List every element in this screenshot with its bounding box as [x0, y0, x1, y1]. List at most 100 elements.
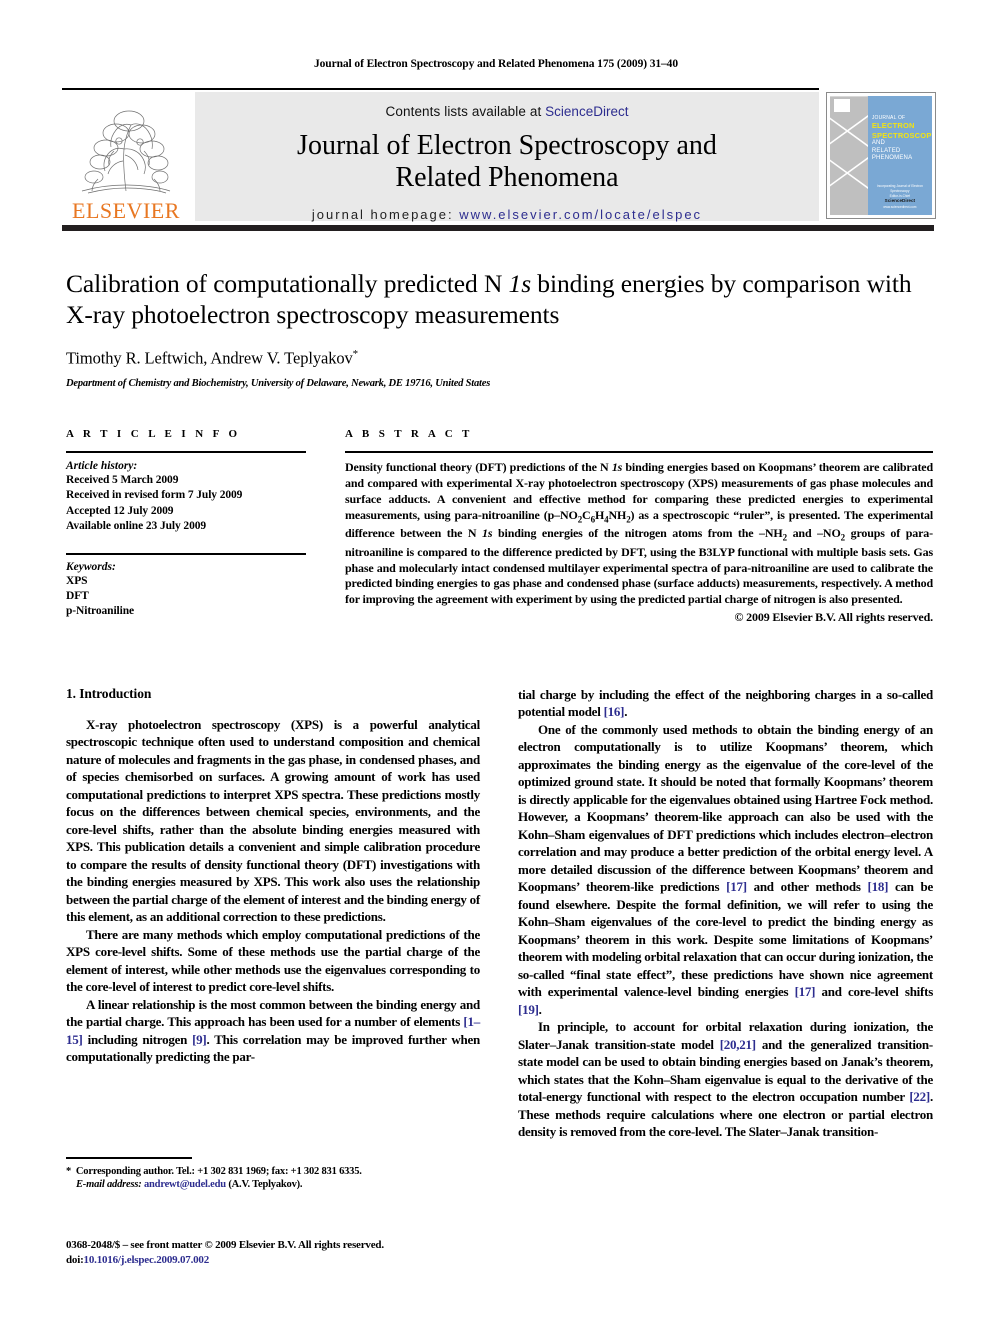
- homepage-label: journal homepage:: [311, 206, 454, 222]
- author-list: Timothy R. Leftwich, Andrew V. Teplyakov…: [66, 348, 932, 369]
- history-received: Received 5 March 2009: [66, 474, 179, 486]
- cover-title-text: JOURNAL OF ELECTRON SPECTROSCOPY AND REL…: [871, 115, 932, 163]
- paragraph-right-2: One of the commonly used methods to obta…: [518, 721, 933, 1018]
- paper-page: Journal of Electron Spectroscopy and Rel…: [0, 0, 992, 1323]
- article-info-column: A R T I C L E I N F O Article history: R…: [66, 428, 306, 620]
- footnote-contact: Corresponding author. Tel.: +1 302 831 1…: [75, 1165, 362, 1177]
- paragraph-intro-3: A linear relationship is the most common…: [66, 996, 480, 1066]
- body-column-right: tial charge by including the effect of t…: [518, 686, 933, 1141]
- elsevier-wordmark: ELSEVIER: [72, 198, 180, 223]
- abstract-heading: A B S T R A C T: [345, 428, 473, 440]
- corresponding-author-footnote: * Corresponding author. Tel.: +1 302 831…: [66, 1157, 480, 1192]
- rp2-d: and core-level shifts: [815, 984, 934, 1000]
- body-column-left: 1. Introduction X-ray photoelectron spec…: [66, 686, 480, 1066]
- issn-footer: 0368-2048/$ – see front matter © 2009 El…: [66, 1238, 486, 1268]
- abstract-rule: [345, 451, 933, 453]
- rp2-b: and other methods: [746, 879, 868, 895]
- title-block: Calibration of computationally predicted…: [66, 268, 932, 389]
- title-part-1: Calibration of computationally predicted…: [66, 269, 509, 298]
- masthead-top-rule: [62, 88, 819, 90]
- cover-line-2: SPECTROSCOPY: [871, 130, 932, 140]
- authors-names: Timothy R. Leftwich, Andrew V. Teplyakov: [66, 348, 353, 368]
- article-info-rule: [66, 451, 306, 453]
- journal-title-line2: Related Phenomena: [395, 162, 619, 194]
- citation-16[interactable]: [16]: [604, 704, 625, 719]
- citation-18[interactable]: [18]: [867, 879, 888, 894]
- contents-line: Contents lists available at ScienceDirec…: [195, 92, 819, 119]
- elsevier-logo: ELSEVIER: [62, 92, 190, 224]
- elsevier-tree-icon: [81, 110, 171, 194]
- history-accepted: Accepted 12 July 2009: [66, 504, 174, 517]
- history-online: Available online 23 July 2009: [66, 520, 207, 533]
- abstract-copyright: © 2009 Elsevier B.V. All rights reserved…: [734, 610, 934, 625]
- keywords-label: Keywords:: [66, 560, 116, 573]
- issn-line: 0368-2048/$ – see front matter © 2009 El…: [66, 1239, 384, 1251]
- citation-9[interactable]: [9]: [192, 1032, 207, 1047]
- paragraph-right-3: In principle, to account for orbital rel…: [518, 1018, 933, 1140]
- abs-e: H: [594, 507, 605, 522]
- rp1-a: tial charge by including the effect of t…: [518, 687, 933, 720]
- doi-link[interactable]: 10.1016/j.elspec.2009.07.002: [84, 1254, 210, 1266]
- footnote-marker: *: [66, 1165, 72, 1177]
- cover-footer-text: Incorporating Journal of Electron Spectr…: [872, 184, 928, 210]
- abs-j: and –NO: [786, 526, 841, 541]
- cover-line-1: ELECTRON: [871, 121, 915, 131]
- abs-1s-b: 1s: [482, 526, 493, 541]
- email-suffix: (A.V. Teplyakov).: [225, 1179, 303, 1191]
- paragraph-intro-2: There are many methods which employ comp…: [66, 926, 480, 995]
- abs-d: C: [582, 507, 591, 522]
- citation-17a[interactable]: [17]: [726, 879, 747, 894]
- citation-22[interactable]: [22]: [909, 1089, 930, 1104]
- footnote-rule: [66, 1157, 192, 1159]
- masthead-bottom-rule: [62, 225, 934, 231]
- journal-cover-thumbnail: JOURNAL OF ELECTRON SPECTROSCOPY AND REL…: [826, 92, 936, 219]
- keyword-xps: XPS: [66, 574, 88, 587]
- cover-line-4: RELATED PHENOMENA: [871, 147, 913, 162]
- abs-f: NH: [608, 507, 627, 522]
- affiliation: Department of Chemistry and Biochemistry…: [66, 377, 491, 389]
- rp2-e: .: [538, 1001, 542, 1017]
- homepage-url-link[interactable]: www.elsevier.com/locate/elspec: [459, 207, 702, 222]
- rp2-a: One of the commonly used methods to obta…: [518, 721, 933, 895]
- contents-prefix: Contents lists available at: [385, 104, 546, 119]
- paragraph-intro-1: X-ray photoelectron spectroscopy (XPS) i…: [66, 717, 480, 925]
- doi-line: doi:10.1016/j.elspec.2009.07.002: [66, 1253, 486, 1268]
- abs-a: Density functional theory (DFT) predicti…: [345, 460, 612, 474]
- keyword-dft: DFT: [66, 590, 89, 603]
- cover-x-pattern-icon: [830, 96, 868, 189]
- cover-foot-1: Incorporating Journal of Electron Spectr…: [876, 183, 923, 193]
- cover-masthead-box: [834, 99, 850, 112]
- section-heading-introduction: 1. Introduction: [66, 686, 152, 701]
- journal-title: Journal of Electron Spectroscopy and Rel…: [195, 130, 819, 195]
- cover-line-3: AND: [871, 140, 886, 147]
- paragraph-right-1: tial charge by including the effect of t…: [518, 686, 933, 721]
- journal-homepage-line: journal homepage: www.elsevier.com/locat…: [195, 207, 819, 222]
- lp3-b: including nitrogen: [82, 1031, 193, 1047]
- sciencedirect-panel: Contents lists available at ScienceDirec…: [195, 92, 819, 222]
- abstract-column: A B S T R A C T Density functional theor…: [345, 428, 933, 625]
- rp1-b: .: [624, 704, 628, 720]
- abs-i: binding energies of the nitrogen atoms f…: [492, 526, 783, 541]
- running-head: Journal of Electron Spectroscopy and Rel…: [314, 58, 678, 70]
- corresponding-author-marker: *: [352, 348, 359, 361]
- sciencedirect-link[interactable]: ScienceDirect: [545, 104, 628, 119]
- citation-20-21[interactable]: [20,21]: [720, 1037, 756, 1052]
- cover-foot-brand: ScienceDirect: [884, 198, 916, 204]
- rp2-c: can be found elsewhere. Despite the form…: [518, 879, 933, 1000]
- lp3-a: A linear relationship is the most common…: [66, 996, 480, 1030]
- email-link[interactable]: andrewt@udel.edu: [144, 1179, 226, 1190]
- citation-19[interactable]: [19]: [518, 1002, 539, 1017]
- email-label: E-mail address:: [76, 1179, 142, 1191]
- journal-title-line1: Journal of Electron Spectroscopy and: [297, 130, 717, 161]
- cover-foot-url: www.sciencedirect.com: [883, 205, 917, 210]
- doi-label: doi:: [66, 1254, 84, 1267]
- citation-17b[interactable]: [17]: [795, 984, 816, 999]
- history-revised: Received in revised form 7 July 2009: [66, 489, 243, 502]
- keywords-rule: [66, 552, 306, 555]
- article-info-heading: A R T I C L E I N F O: [66, 428, 241, 440]
- abs-1s-a: 1s: [611, 460, 623, 474]
- abstract-text: Density functional theory (DFT) predicti…: [345, 460, 933, 608]
- title-italic-1s: 1s: [508, 269, 532, 298]
- article-history-label: Article history:: [66, 460, 138, 472]
